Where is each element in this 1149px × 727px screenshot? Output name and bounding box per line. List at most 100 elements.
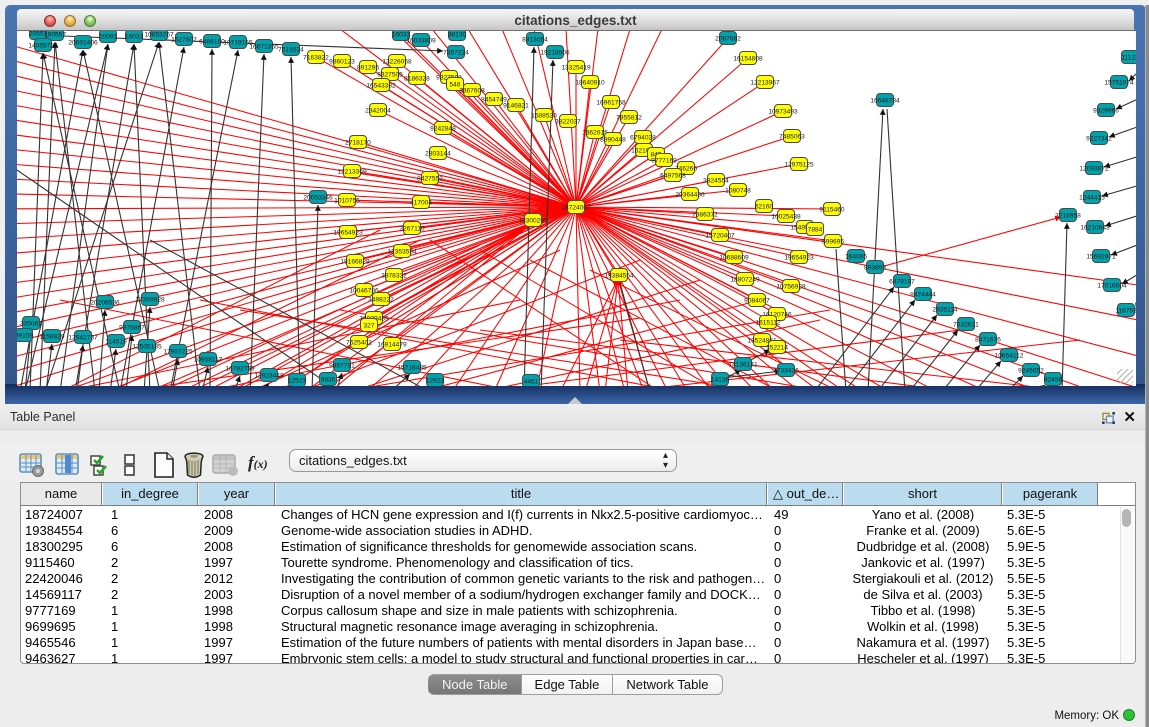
svg-text:9227342: 9227342: [1086, 135, 1112, 142]
svg-text:3878332: 3878332: [381, 272, 407, 279]
svg-text:10688609: 10688609: [719, 254, 749, 261]
svg-text:699695: 699695: [822, 238, 844, 245]
svg-text:10653267: 10653267: [144, 31, 174, 38]
svg-text:18300295: 18300295: [518, 217, 548, 224]
svg-text:7632621: 7632621: [953, 321, 979, 328]
svg-text:1588520: 1588520: [531, 112, 557, 119]
svg-text:88130: 88130: [448, 31, 467, 38]
svg-text:1527602: 1527602: [171, 36, 197, 43]
svg-text:7163822: 7163822: [303, 54, 329, 61]
svg-text:14136: 14136: [711, 376, 730, 383]
svg-text:12942737: 12942737: [68, 334, 98, 341]
svg-text:893893: 893893: [864, 264, 886, 271]
svg-text:20091: 20091: [99, 33, 118, 40]
svg-text:15716485: 15716485: [397, 364, 427, 371]
svg-text:20053346: 20053346: [303, 194, 333, 201]
svg-text:7515524: 7515524: [278, 46, 304, 53]
svg-text:12923448: 12923448: [254, 372, 284, 379]
svg-text:16782759: 16782759: [225, 365, 255, 372]
svg-text:14136141: 14136141: [728, 361, 758, 368]
svg-text:12505135: 12505135: [132, 343, 162, 350]
svg-text:8186328: 8186328: [404, 75, 430, 82]
svg-text:8427552: 8427552: [417, 175, 443, 182]
svg-text:12093872: 12093872: [1079, 165, 1109, 172]
svg-text:18807249: 18807249: [730, 276, 760, 283]
svg-text:19166829: 19166829: [340, 258, 370, 265]
svg-text:9857791: 9857791: [329, 362, 355, 369]
svg-text:19384554: 19384554: [604, 272, 634, 279]
svg-text:7955812: 7955812: [616, 114, 642, 121]
svg-text:327: 327: [363, 322, 374, 329]
svg-text:9835: 9835: [321, 376, 336, 383]
svg-text:1615112: 1615112: [755, 319, 781, 326]
svg-text:3498222: 3498222: [368, 296, 394, 303]
svg-text:9975867: 9975867: [119, 324, 145, 331]
svg-text:2935114: 2935114: [932, 306, 958, 313]
svg-text:1156829: 1156829: [39, 333, 65, 340]
svg-text:335061: 335061: [20, 320, 42, 327]
svg-text:19218506: 19218506: [540, 49, 570, 56]
svg-text:10025438: 10025438: [771, 213, 801, 220]
svg-text:12213369: 12213369: [337, 168, 367, 175]
svg-text:190557: 190557: [44, 31, 66, 38]
svg-text:17016504: 17016504: [1097, 282, 1127, 289]
svg-text:2342004: 2342004: [365, 107, 391, 114]
svg-text:1244415: 1244415: [1079, 194, 1105, 201]
svg-text:11123: 11123: [1121, 54, 1136, 61]
svg-text:9327505: 9327505: [377, 71, 403, 78]
svg-text:12523: 12523: [288, 377, 307, 384]
svg-text:20364436: 20364436: [675, 191, 705, 198]
svg-text:13226058: 13226058: [382, 58, 412, 65]
svg-text:4451: 4451: [524, 378, 539, 385]
svg-text:17957225: 17957225: [163, 348, 193, 355]
svg-text:9115460: 9115460: [819, 206, 845, 213]
svg-text:3267110: 3267110: [399, 225, 425, 232]
svg-text:417004: 417004: [410, 199, 432, 206]
svg-text:12353594: 12353594: [387, 248, 417, 255]
svg-text:12975125: 12975125: [784, 161, 814, 168]
svg-text:2367608: 2367608: [459, 87, 485, 94]
svg-text:19654923: 19654923: [784, 254, 814, 261]
svg-text:16033: 16033: [125, 33, 144, 40]
svg-text:16961758: 16961758: [596, 99, 626, 106]
svg-text:14055724: 14055724: [28, 42, 58, 49]
svg-text:164095: 164095: [845, 253, 867, 260]
svg-text:6794028: 6794028: [630, 134, 656, 141]
svg-text:7386372: 7386372: [692, 211, 718, 218]
svg-text:16648784: 16648784: [870, 97, 900, 104]
svg-text:18724007: 18724007: [561, 204, 591, 211]
svg-text:9474444: 9474444: [910, 291, 936, 298]
svg-text:8813054: 8813054: [522, 36, 548, 43]
svg-text:16033809: 16033809: [406, 37, 436, 44]
svg-text:6497568: 6497568: [660, 172, 686, 179]
svg-text:20206536: 20206536: [90, 299, 120, 306]
svg-text:9084067: 9084067: [744, 297, 770, 304]
svg-text:114519: 114519: [105, 338, 127, 345]
svg-text:7625402: 7625402: [346, 339, 372, 346]
svg-text:8471676: 8471676: [975, 336, 1001, 343]
svg-text:1733426: 1733426: [773, 367, 799, 374]
svg-text:2718170: 2718170: [345, 139, 371, 146]
svg-text:3822037: 3822037: [555, 118, 581, 125]
svg-text:16671355: 16671355: [249, 43, 279, 50]
svg-text:19654923: 19654923: [333, 229, 363, 236]
svg-text:7884: 7884: [808, 226, 823, 233]
svg-text:15692971: 15692971: [1086, 253, 1116, 260]
svg-text:62160: 62160: [755, 203, 774, 210]
svg-text:10654112: 10654112: [995, 352, 1024, 359]
svg-text:10973493: 10973493: [768, 108, 798, 115]
svg-text:10958117: 10958117: [194, 356, 223, 363]
svg-text:20691406: 20691406: [68, 39, 98, 46]
svg-text:3824554: 3824554: [703, 177, 729, 184]
svg-text:2803144: 2803144: [425, 150, 451, 157]
svg-text:9146821: 9146821: [503, 102, 529, 109]
svg-text:6466160: 6466160: [199, 38, 225, 45]
svg-text:15751074: 15751074: [1104, 79, 1134, 86]
svg-text:1080748: 1080748: [725, 187, 751, 194]
svg-text:8990448: 8990448: [600, 136, 626, 143]
svg-text:891295: 891295: [357, 64, 379, 71]
svg-text:9860123: 9860123: [329, 58, 355, 65]
svg-text:7357224: 7357224: [443, 49, 469, 56]
svg-text:9245652: 9245652: [1018, 367, 1044, 374]
svg-text:16154808: 16154808: [733, 55, 763, 62]
